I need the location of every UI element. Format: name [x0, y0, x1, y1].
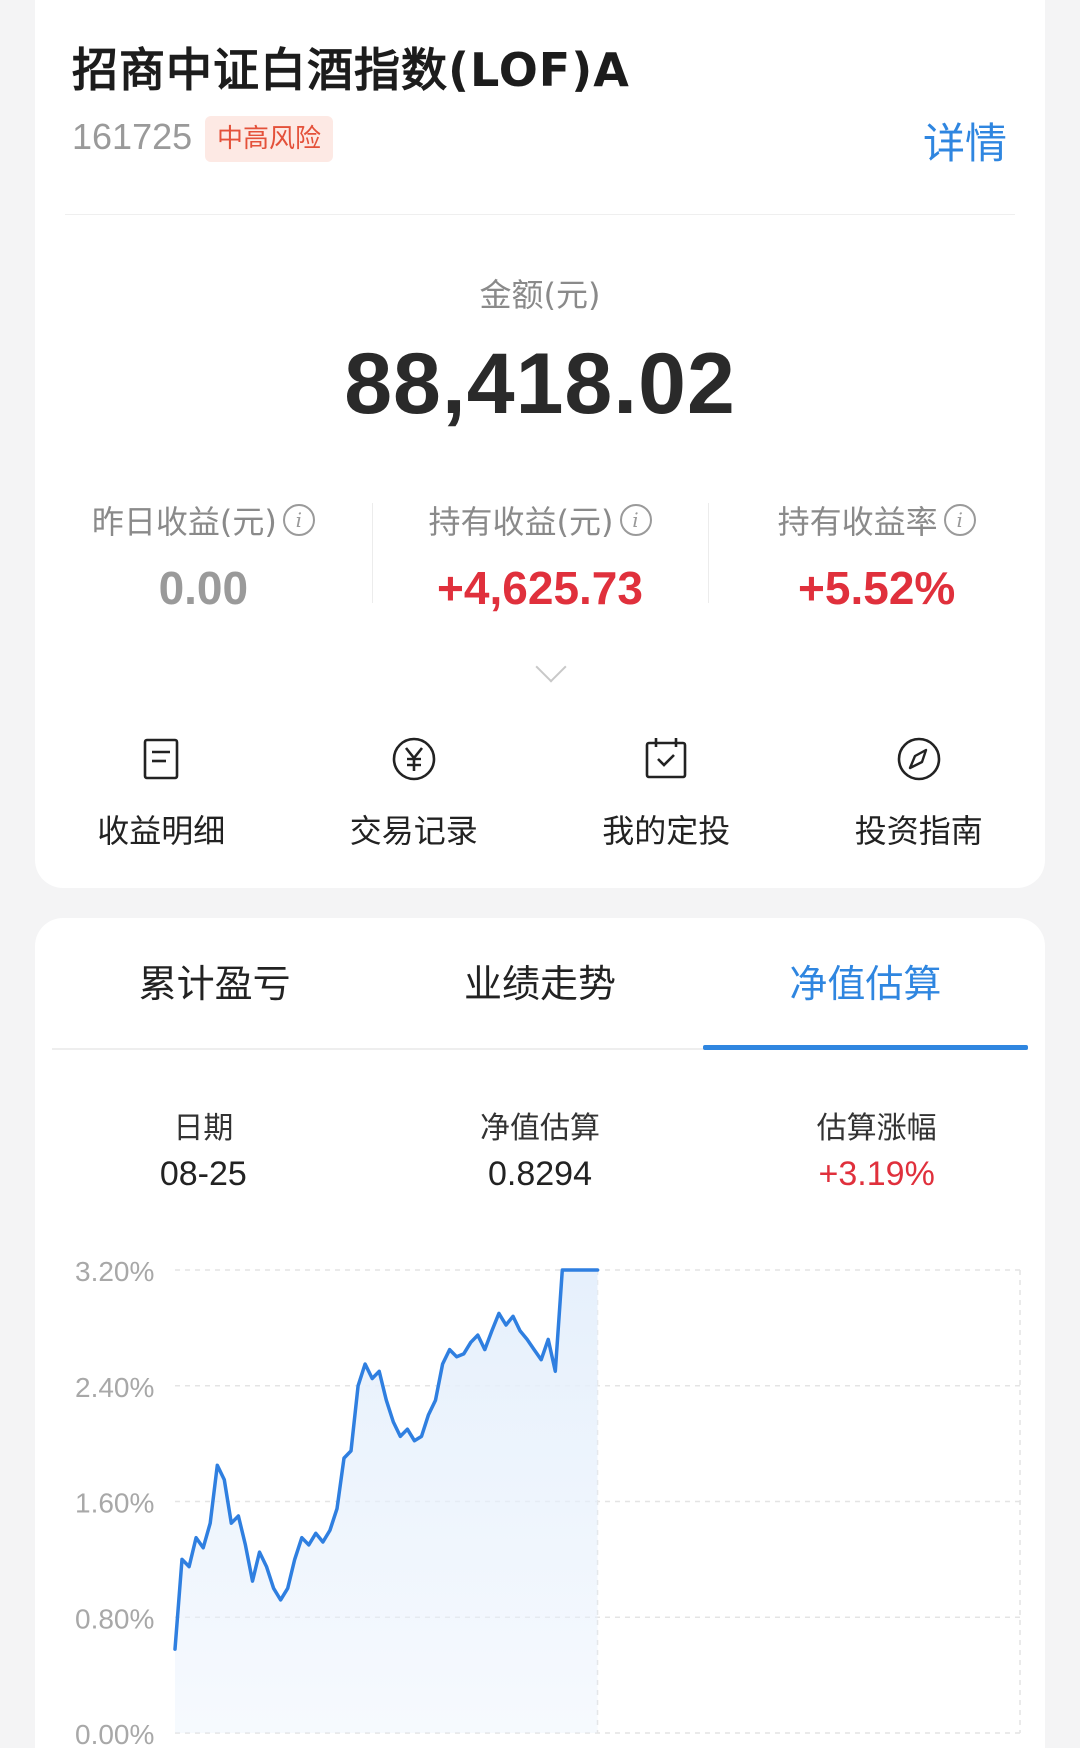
stat-value: +5.52% [798, 562, 956, 614]
action-my-auto-invest[interactable]: 我的定投 [540, 734, 793, 852]
estimate-date-label: 日期 [173, 1111, 234, 1146]
estimate-date-value: 08-25 [159, 1155, 247, 1193]
fund-chart-card: 累计盈亏 业绩走势 净值估算 日期 08-25 净值估算 0.8294 估算涨幅… [35, 918, 1045, 1748]
stat-value: 0.00 [158, 562, 249, 614]
fund-summary-card: 招商中证白酒指数(LOF)A 161725 中高风险 详情 金额(元) 88,4… [35, 0, 1045, 888]
estimate-nav: 净值估算 0.8294 [372, 1103, 709, 1194]
stat-label: 昨日收益(元) [91, 503, 277, 541]
y-tick-label: 0.80% [75, 1603, 154, 1634]
action-profit-detail[interactable]: 收益明细 [35, 734, 288, 852]
yen-icon [392, 737, 436, 781]
action-label: 投资指南 [854, 812, 983, 850]
calendar-check-icon [645, 738, 687, 779]
y-tick-label: 2.40% [75, 1372, 154, 1403]
stat-holding-return: 持有收益率 i +5.52% [708, 497, 1045, 614]
stat-label: 持有收益(元) [428, 503, 614, 541]
chart-svg: 3.20%2.40%1.60%0.80%0.00%09:3011:30/13:0… [75, 1256, 1021, 1748]
stat-yesterday-profit: 昨日收益(元) i 0.00 [35, 497, 372, 614]
risk-badge: 中高风险 [205, 116, 334, 162]
stat-holding-profit: 持有收益(元) i +4,625.73 [371, 497, 709, 614]
tab-performance-trend[interactable]: 业绩走势 [377, 918, 702, 1048]
y-tick-label: 3.20% [75, 1256, 154, 1287]
chevron-down-icon[interactable] [535, 651, 567, 683]
estimate-change: 估算涨幅 +3.19% [708, 1103, 1045, 1194]
estimate-nav-label: 净值估算 [480, 1111, 600, 1146]
action-trade-records[interactable]: 交易记录 [288, 734, 541, 852]
divider [65, 214, 1015, 215]
stat-value: +4,625.73 [437, 562, 643, 614]
action-label: 收益明细 [97, 812, 226, 850]
stat-label: 持有收益率 [777, 503, 938, 541]
amount-label: 金额(元) [479, 276, 601, 314]
estimate-change-label: 估算涨幅 [816, 1111, 937, 1146]
info-icon[interactable]: i [943, 504, 976, 536]
estimate-summary: 日期 08-25 净值估算 0.8294 估算涨幅 +3.19% [35, 1103, 1045, 1194]
nav-estimate-chart[interactable]: 3.20%2.40%1.60%0.80%0.00%09:3011:30/13:0… [35, 1218, 1045, 1748]
tab-nav-estimate[interactable]: 净值估算 [702, 918, 1029, 1050]
y-tick-label: 1.60% [75, 1488, 154, 1519]
detail-link[interactable]: 详情 [923, 110, 1007, 171]
action-label: 我的定投 [602, 812, 731, 850]
y-tick-label: 0.00% [75, 1719, 154, 1748]
amount-value: 88,418.02 [344, 336, 736, 432]
info-icon[interactable]: i [619, 504, 652, 536]
action-invest-guide[interactable]: 投资指南 [793, 734, 1046, 852]
estimate-date: 日期 08-25 [35, 1103, 372, 1194]
quick-actions: 收益明细 交易记录 我的定投 投资指南 [35, 734, 1045, 852]
holding-stats: 昨日收益(元) i 0.00 持有收益(元) i +4,625.73 持有收益率… [35, 497, 1045, 614]
compass-icon [897, 737, 941, 781]
fund-name: 招商中证白酒指数(LOF)A [72, 43, 630, 97]
tab-cumulative-pnl[interactable]: 累计盈亏 [52, 918, 377, 1048]
fund-code: 161725 [72, 116, 193, 157]
estimate-nav-value: 0.8294 [488, 1155, 592, 1193]
action-label: 交易记录 [349, 812, 478, 850]
document-icon [143, 738, 179, 780]
estimate-change-value: +3.19% [818, 1155, 935, 1193]
info-icon[interactable]: i [282, 504, 315, 536]
chart-tabs: 累计盈亏 业绩走势 净值估算 [52, 918, 1029, 1050]
